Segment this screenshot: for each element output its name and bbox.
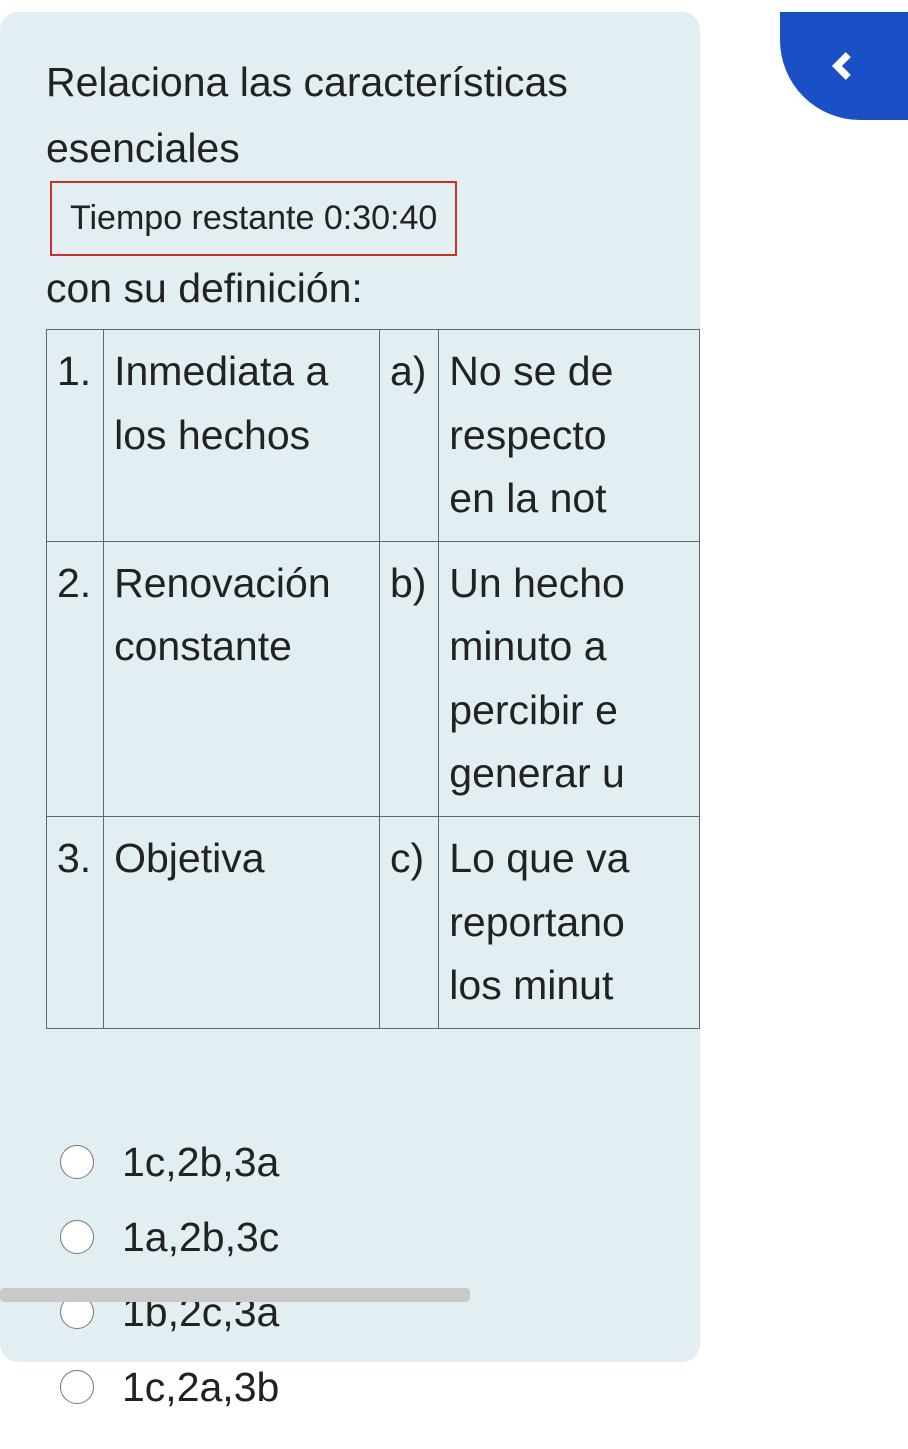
row-term: Renovación constante xyxy=(104,541,380,816)
question-stem: Relaciona las características esenciales… xyxy=(0,12,700,321)
question-suffix: con su definición: xyxy=(46,265,363,311)
row-definition: No se derespectoen la not xyxy=(439,330,700,542)
answer-options: 1c,2b,3a 1a,2b,3c 1b,2c,3a 1c,2a,3b xyxy=(60,1139,700,1411)
row-number: 1. xyxy=(47,330,104,542)
row-term: Inmediata a los hechos xyxy=(104,330,380,542)
row-letter: b) xyxy=(379,541,438,816)
option-4[interactable]: 1c,2a,3b xyxy=(60,1364,700,1411)
option-1[interactable]: 1c,2b,3a xyxy=(60,1139,700,1186)
row-number: 2. xyxy=(47,541,104,816)
option-label: 1c,2b,3a xyxy=(122,1139,279,1186)
option-2[interactable]: 1a,2b,3c xyxy=(60,1214,700,1261)
question-prefix: Relaciona las características esenciales xyxy=(46,59,568,171)
table-row: 1. Inmediata a los hechos a) No se deres… xyxy=(47,330,700,542)
timer-box: Tiempo restante 0:30:40 xyxy=(50,181,457,255)
option-radio-4[interactable] xyxy=(60,1370,94,1404)
row-definition: Lo que vareportanolos minut xyxy=(439,817,700,1029)
row-definition: Un hechominuto apercibir egenerar u xyxy=(439,541,700,816)
option-radio-2[interactable] xyxy=(60,1220,94,1254)
chevron-left-icon xyxy=(827,49,861,83)
row-term: Objetiva xyxy=(104,817,380,1029)
right-background-strip xyxy=(700,12,908,1449)
option-radio-1[interactable] xyxy=(60,1145,94,1179)
question-card: Relaciona las características esenciales… xyxy=(0,12,700,1362)
matching-table: 1. Inmediata a los hechos a) No se deres… xyxy=(46,329,700,1028)
horizontal-scrollbar[interactable] xyxy=(0,1288,470,1302)
row-letter: a) xyxy=(379,330,438,542)
row-letter: c) xyxy=(379,817,438,1029)
row-number: 3. xyxy=(47,817,104,1029)
option-label: 1c,2a,3b xyxy=(122,1364,279,1411)
timer-label: Tiempo restante 0:30:40 xyxy=(70,199,437,237)
option-label: 1a,2b,3c xyxy=(122,1214,279,1261)
table-row: 3. Objetiva c) Lo que vareportanolos min… xyxy=(47,817,700,1029)
table-row: 2. Renovación constante b) Un hechominut… xyxy=(47,541,700,816)
